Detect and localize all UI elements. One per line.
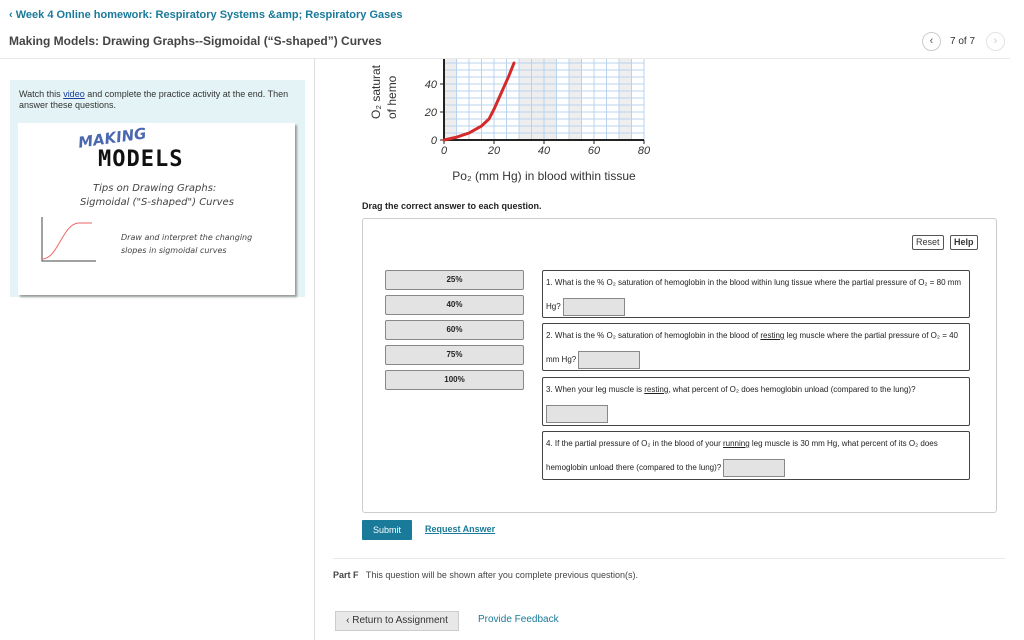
y-axis-label: O₂ saturat <box>369 64 383 119</box>
divider <box>333 558 1005 559</box>
question-4: 4. If the partial pressure of O₂ in the … <box>542 431 970 480</box>
x-tick-label: 0 <box>441 145 448 157</box>
chevron-left-icon: ‹ <box>929 35 934 47</box>
question-1: 1. What is the % O₂ saturation of hemogl… <box>542 270 970 318</box>
x-tick-label: 60 <box>588 145 601 157</box>
chevron-left-icon: ‹ <box>9 9 16 21</box>
grid-band <box>569 59 582 140</box>
instructions-panel: Watch this video and complete the practi… <box>10 80 305 297</box>
pager: 7 of 7 <box>950 36 976 47</box>
drop-target[interactable] <box>546 404 608 423</box>
submit-button[interactable]: Submit <box>362 520 412 540</box>
video-thumbnail[interactable]: MAKING MODELS Tips on Drawing Graphs: Si… <box>18 123 295 295</box>
return-to-assignment-button[interactable]: ‹ Return to Assignment <box>335 611 459 631</box>
oxygen-dissociation-graph: 0 20 40 60 80 0 20 40 Po₂ (mm Hg) in blood withi… <box>369 59 651 183</box>
x-tick-label: 20 <box>487 145 501 157</box>
help-button[interactable]: Help <box>950 235 978 250</box>
grid-band <box>519 59 557 140</box>
grid-band <box>619 59 632 140</box>
drop-target[interactable] <box>562 297 625 316</box>
intro-text: Watch this video and complete the practi… <box>19 89 289 110</box>
y-tick-label: 0 <box>431 135 438 147</box>
sigmoid-sketch-icon <box>41 217 96 262</box>
prev-button[interactable]: ‹ <box>922 32 941 51</box>
instruction-text: Drag the correct answer to each question… <box>362 201 542 211</box>
request-answer-link[interactable]: Request Answer <box>425 524 495 534</box>
reset-button[interactable]: Reset <box>912 235 944 250</box>
part-f: Part F This question will be shown after… <box>333 570 638 580</box>
provide-feedback-link[interactable]: Provide Feedback <box>478 614 559 625</box>
answer-chip[interactable]: 60% <box>385 320 524 340</box>
page-title: Making Models: Drawing Graphs--Sigmoidal… <box>9 34 382 48</box>
question-2: 2. What is the % O₂ saturation of hemogl… <box>542 323 970 371</box>
drop-target[interactable] <box>578 350 641 369</box>
question-3: 3. When your leg muscle is resting, what… <box>542 377 970 426</box>
x-tick-label: 40 <box>538 145 551 157</box>
x-axis-label: Po₂ (mm Hg) in blood within tissue <box>452 169 636 183</box>
answer-chip[interactable]: 100% <box>385 370 524 390</box>
grid-band <box>444 59 457 140</box>
drop-target[interactable] <box>723 458 786 477</box>
answer-chip[interactable]: 40% <box>385 295 524 315</box>
answer-chip[interactable]: 25% <box>385 270 524 290</box>
x-tick-label: 80 <box>638 145 651 157</box>
answer-chip[interactable]: 75% <box>385 345 524 365</box>
back-link[interactable]: ‹ Week 4 Online homework: Respiratory Sy… <box>9 9 403 21</box>
video-link[interactable]: video <box>63 89 85 99</box>
chevron-right-icon: › <box>993 35 998 47</box>
panel-divider <box>314 59 315 640</box>
y-tick-label: 20 <box>424 107 438 119</box>
next-button[interactable]: › <box>986 32 1005 51</box>
y-tick-label: 40 <box>425 79 438 91</box>
y-axis-label: of hemo <box>385 75 399 119</box>
